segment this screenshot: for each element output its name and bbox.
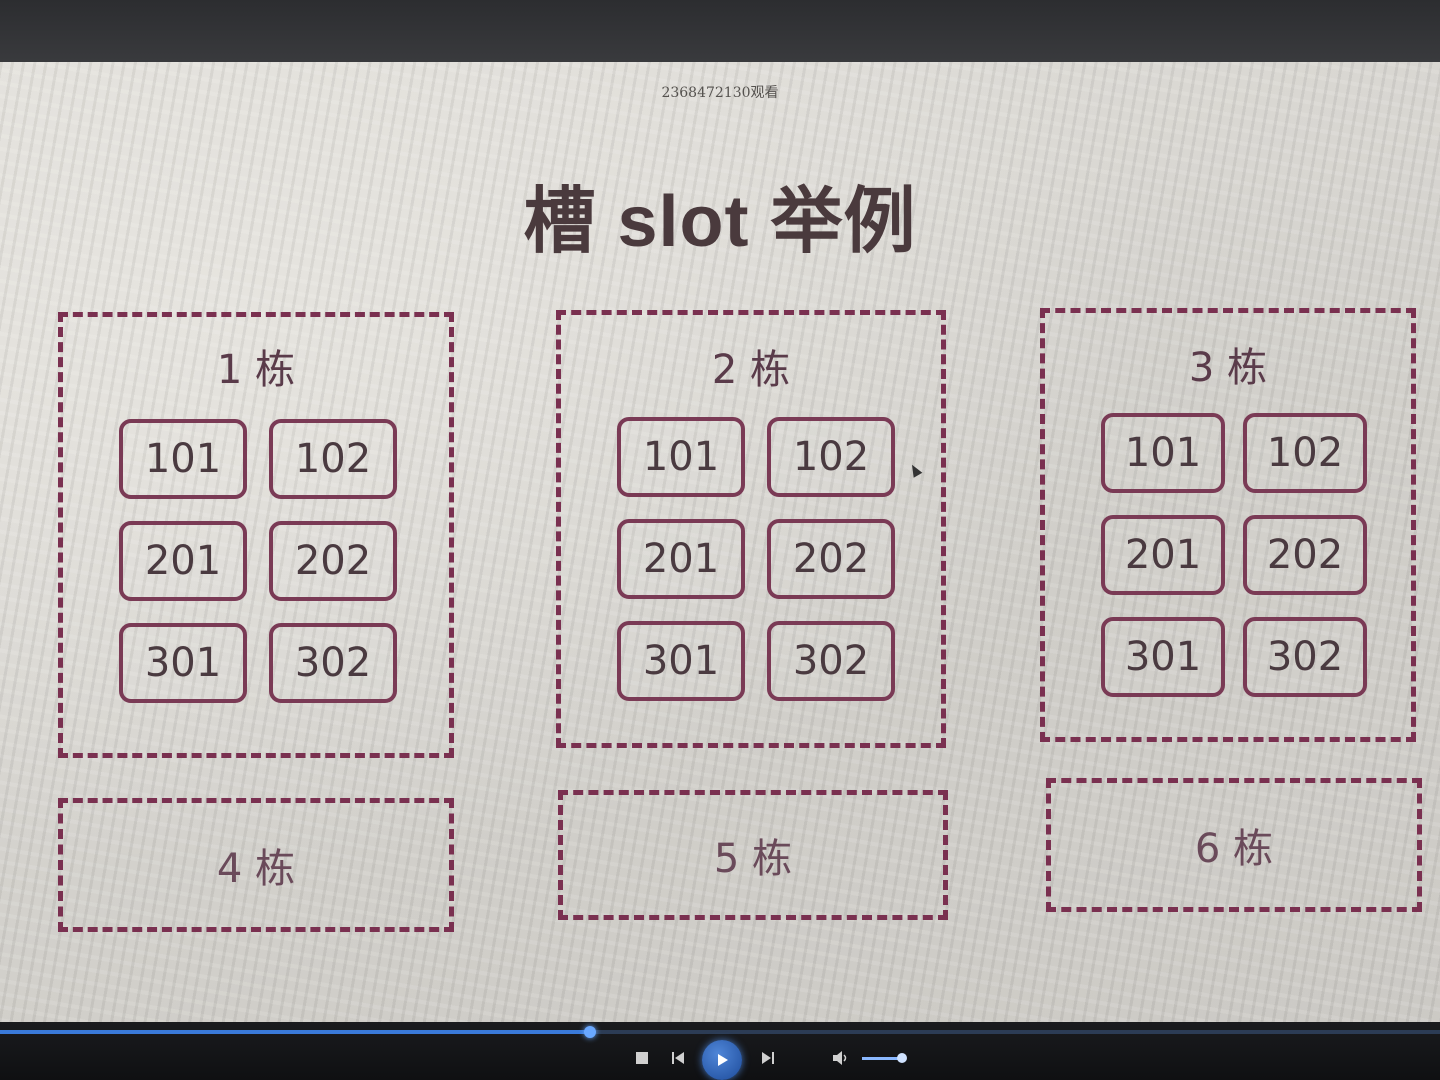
- room-box: 202: [1243, 515, 1367, 595]
- room-box: 302: [767, 621, 895, 701]
- building-label: 2 栋: [711, 347, 791, 393]
- room-box: 102: [269, 419, 397, 499]
- room-box: 202: [767, 519, 895, 599]
- building-4-box: 4 栋: [58, 798, 454, 932]
- play-icon: [718, 1054, 728, 1066]
- building-6-box: 6 栋: [1046, 778, 1422, 912]
- room-box: 101: [617, 417, 745, 497]
- room-box: 102: [1243, 413, 1367, 493]
- seek-bar-fill: [0, 1030, 591, 1034]
- presentation-slide: 2368472130观看 槽 slot 举例 1 栋 101 102 201 2…: [0, 62, 1440, 1022]
- volume-slider[interactable]: [862, 1053, 907, 1063]
- media-player-bar: [0, 1022, 1440, 1080]
- volume-slider-fill: [862, 1057, 902, 1060]
- building-label: 4 栋: [216, 846, 296, 892]
- play-button[interactable]: [702, 1040, 742, 1080]
- monitor-bezel-top: [0, 0, 1440, 66]
- room-box: 101: [1101, 413, 1225, 493]
- room-box: 201: [1101, 515, 1225, 595]
- building-label: 5 栋: [713, 836, 793, 882]
- next-icon[interactable]: [760, 1050, 776, 1071]
- seek-bar[interactable]: [0, 1026, 1440, 1038]
- building-5-box: 5 栋: [558, 790, 948, 920]
- room-box: 102: [767, 417, 895, 497]
- room-box: 301: [1101, 617, 1225, 697]
- building-1-box: 1 栋 101 102 201 202 301 302: [58, 312, 454, 758]
- building-2-box: 2 栋 101 102 201 202 301 302: [556, 310, 946, 748]
- room-box: 301: [617, 621, 745, 701]
- viewer-watermark: 2368472130观看: [661, 85, 779, 101]
- volume-icon[interactable]: [832, 1050, 850, 1071]
- room-box: 201: [617, 519, 745, 599]
- building-3-box: 3 栋 101 102 201 202 301 302: [1040, 308, 1416, 742]
- previous-icon[interactable]: [670, 1050, 686, 1071]
- room-grid: 101 102 201 202 301 302: [1101, 413, 1367, 697]
- stop-icon[interactable]: [634, 1050, 650, 1071]
- building-label: 6 栋: [1194, 826, 1274, 872]
- slide-title: 槽 slot 举例: [523, 182, 917, 262]
- volume-slider-thumb[interactable]: [896, 1053, 907, 1063]
- room-box: 202: [269, 521, 397, 601]
- room-grid: 101 102 201 202 301 302: [119, 419, 397, 703]
- room-box: 201: [119, 521, 247, 601]
- room-grid: 101 102 201 202 301 302: [617, 417, 895, 701]
- room-box: 301: [119, 623, 247, 703]
- room-box: 302: [1243, 617, 1367, 697]
- building-label: 1 栋: [216, 347, 296, 393]
- seek-bar-thumb[interactable]: [584, 1026, 597, 1038]
- room-box: 302: [269, 623, 397, 703]
- room-box: 101: [119, 419, 247, 499]
- building-label: 3 栋: [1188, 345, 1268, 391]
